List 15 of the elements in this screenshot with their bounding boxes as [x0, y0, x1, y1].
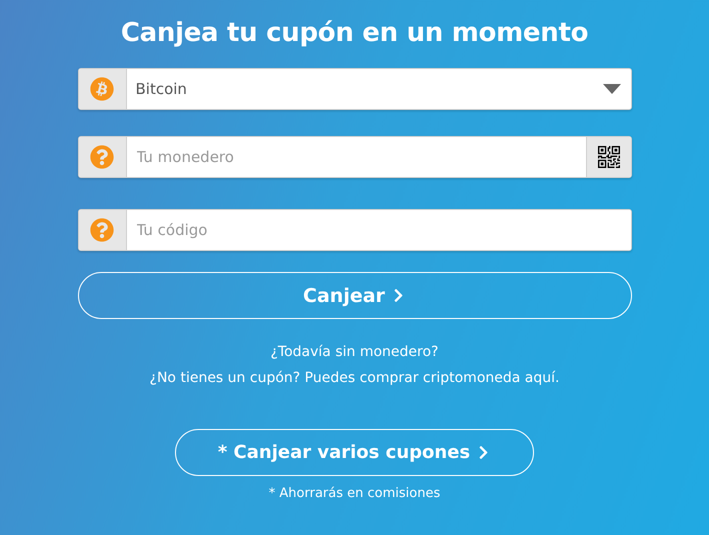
code-input-field[interactable]: Tu código — [78, 209, 632, 251]
text-link[interactable]: ¿No tienes un cupón? Puedes comprar criptomoneda aquí. — [150, 365, 560, 391]
page-title: Canjea tu cupón en un momento — [120, 18, 588, 48]
bitcoin-icon — [90, 77, 114, 101]
redeem-button[interactable]: Canjear — [78, 272, 632, 319]
caret-icon — [602, 84, 620, 94]
help-icon[interactable] — [90, 145, 114, 169]
wallet-input-field[interactable]: Tu monedero — [78, 136, 632, 178]
text-link[interactable]: ¿Todavía sin monedero? — [270, 339, 438, 365]
footnote: * Ahorrarás en comisiones — [268, 486, 440, 501]
bulk-redeem-button[interactable]: * Canjear varios cupones — [175, 429, 534, 476]
select-value: Bitcoin — [136, 80, 187, 98]
currency-select[interactable]: Bitcoin — [78, 68, 632, 110]
help-icon[interactable] — [90, 218, 114, 242]
qr-code-icon[interactable] — [598, 146, 620, 168]
